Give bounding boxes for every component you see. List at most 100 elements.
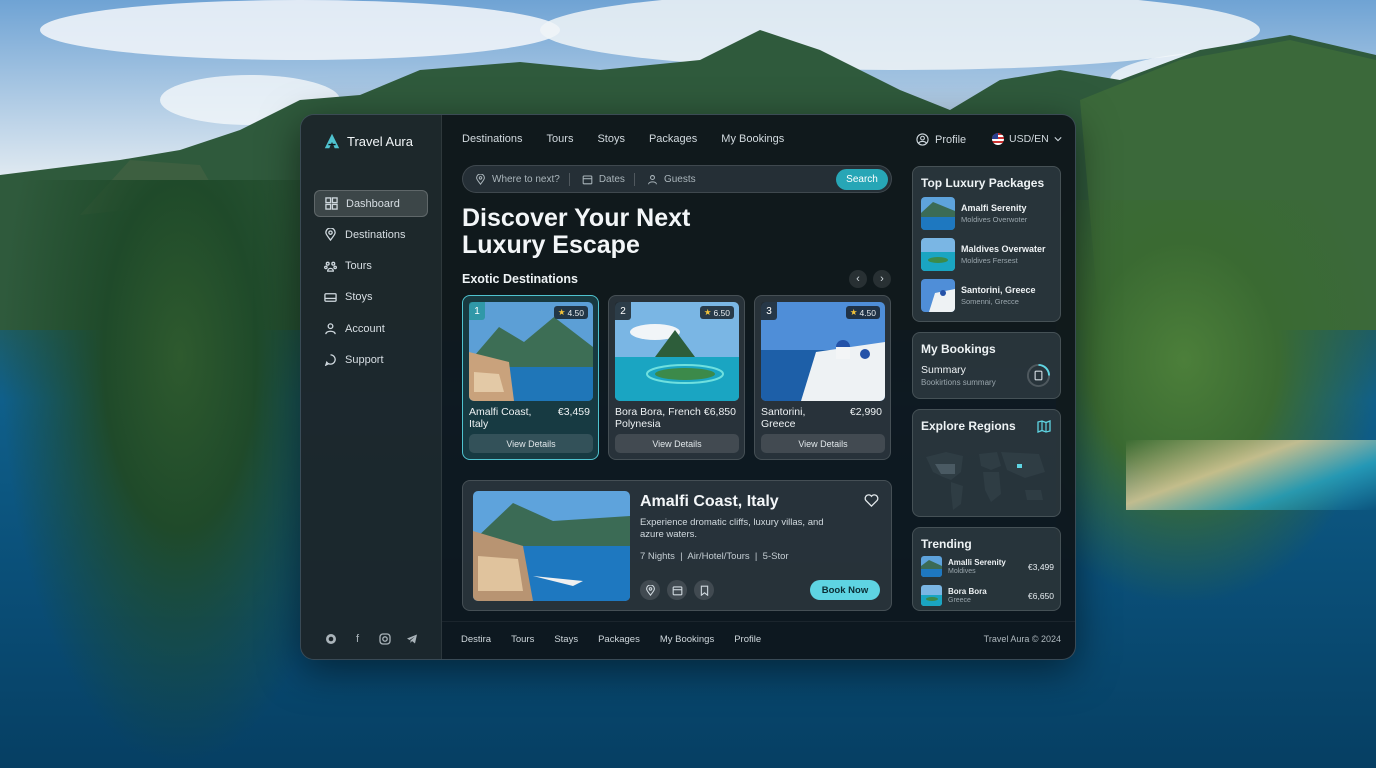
topnav-stays[interactable]: Stoys (597, 133, 625, 145)
destination-name: Bora Bora, French Polynesia (615, 406, 701, 430)
star-icon: ★ (557, 307, 566, 317)
view-details-button[interactable]: View Details (761, 434, 885, 453)
featured-destination: Amalfi Coast, Italy Experience dromatic … (462, 480, 892, 611)
trending-price: €6,650 (1028, 590, 1054, 601)
sidebar-item-tours[interactable]: Tours (314, 253, 428, 280)
my-bookings-panel[interactable]: My Bookings Summary Bookirtions summary (912, 332, 1061, 399)
destination-card[interactable]: 3 ★ 4.50 Santorini, Greece €2,990 View De… (754, 295, 891, 460)
panel-title: Explore Regions (921, 419, 1016, 433)
where-placeholder: Where to next? (492, 173, 560, 185)
trending-item[interactable]: Bora Bora Greece €6,650 (921, 585, 1054, 606)
telegram-icon[interactable] (405, 632, 418, 645)
package-item[interactable]: Santorini, Greece Somenni, Grecce (921, 279, 1036, 312)
us-flag-icon (992, 133, 1004, 145)
footer-link[interactable]: Packages (598, 634, 640, 645)
bed-icon (324, 293, 337, 302)
bookmark-icon[interactable] (694, 580, 714, 600)
guests-field[interactable]: Guests (635, 174, 696, 185)
package-item[interactable]: Amalfi Serenity Moldives Overwoter (921, 197, 1027, 230)
package-item[interactable]: Maldives Overwater Moldives Fersest (921, 238, 1046, 271)
trending-item[interactable]: Amalli Serenity Moldives €3,499 (921, 556, 1054, 577)
star-icon: ★ (849, 307, 858, 317)
sidebar-item-destinations[interactable]: Destinations (314, 221, 428, 248)
panel-title: My Bookings (921, 342, 996, 356)
progress-ring-icon (1026, 363, 1051, 388)
profile-button[interactable]: Profile (916, 133, 966, 146)
view-details-button[interactable]: View Details (615, 434, 739, 453)
search-button[interactable]: Search (836, 169, 888, 190)
sidebar-item-account[interactable]: Account (314, 315, 428, 342)
facebook-icon[interactable]: f (351, 632, 364, 645)
app-title: Travel Aura (347, 133, 413, 149)
map-pin-icon (325, 228, 336, 242)
app-window: Travel Aura Dashboard Destinations Tours… (300, 114, 1076, 660)
featured-description: Experience dromatic cliffs, luxury villa… (640, 517, 824, 540)
github-icon[interactable] (324, 632, 337, 645)
sidebar-nav: Dashboard Destinations Tours Stoys Accou… (314, 190, 428, 378)
profile-icon (916, 133, 929, 146)
where-field[interactable]: Where to next? (463, 173, 560, 185)
package-thumbnail (921, 197, 955, 230)
dates-field[interactable]: Dates (570, 174, 625, 185)
destination-price: €3,459 (557, 406, 590, 418)
destination-price: €2,990 (849, 406, 882, 418)
hero-line-2: Luxury Escape (462, 231, 640, 259)
book-now-button[interactable]: Book Now (810, 580, 880, 600)
topnav-destinations[interactable]: Destinations (462, 133, 523, 145)
sidebar-item-support[interactable]: Support (314, 346, 428, 373)
explore-regions-panel[interactable]: Explore Regions (912, 409, 1061, 517)
guests-placeholder: Guests (663, 173, 696, 185)
world-map[interactable] (921, 442, 1054, 514)
trending-name: Amalli Serenity (948, 558, 1006, 567)
star-icon: ★ (703, 307, 712, 317)
footer-links: Destira Tours Stays Packages My Bookings… (461, 634, 761, 645)
instagram-icon[interactable] (378, 632, 391, 645)
footer-link[interactable]: My Bookings (660, 634, 714, 645)
copyright: Travel Aura © 2024 (983, 634, 1061, 644)
chevron-left-icon[interactable]: ‹ (849, 270, 867, 288)
sidebar-item-dashboard[interactable]: Dashboard (314, 190, 428, 217)
rating-value: 4.50 (567, 307, 584, 318)
sidebar-item-stays[interactable]: Stoys (314, 284, 428, 311)
package-thumbnail (921, 279, 955, 312)
trending-thumbnail (921, 585, 942, 606)
destination-card[interactable]: 1 ★ 4.50 Amalfi Coast, Italy €3,459 View … (462, 295, 599, 460)
currency-selector[interactable]: USD/EN (992, 133, 1062, 145)
card-number: 2 (615, 302, 631, 320)
topnav-tours[interactable]: Tours (547, 133, 574, 145)
map-icon (1037, 420, 1051, 433)
paw-icon (324, 261, 337, 272)
map-pin-icon[interactable] (640, 580, 660, 600)
heart-icon[interactable] (864, 493, 879, 508)
sidebar-item-label: Tours (345, 260, 372, 273)
footer-link[interactable]: Destira (461, 634, 491, 645)
trending-sub: Greece (948, 597, 971, 604)
footer-link[interactable]: Tours (511, 634, 534, 645)
destination-card[interactable]: 2 ★ 6.50 Bora Bora, French Polynesia €6,8… (608, 295, 745, 460)
topnav-packages[interactable]: Packages (649, 133, 697, 145)
chevron-right-icon[interactable]: › (873, 270, 891, 288)
rating-value: 4.50 (859, 307, 876, 318)
top-nav: Destinations Tours Stoys Packages My Boo… (462, 133, 784, 145)
sidebar-item-label: Destinations (345, 228, 406, 241)
social-links: f (324, 632, 418, 645)
package-sub: Moldives Overwoter (961, 215, 1028, 224)
footer-link[interactable]: Profile (734, 634, 761, 645)
map-pin-icon (476, 173, 485, 185)
topnav-my-bookings[interactable]: My Bookings (721, 133, 784, 145)
footer-link[interactable]: Stays (554, 634, 578, 645)
hero-title: Discover Your Next Luxury Escape (462, 205, 690, 259)
sidebar: Travel Aura Dashboard Destinations Tours… (301, 115, 442, 659)
calendar-icon[interactable] (667, 580, 687, 600)
card-number: 1 (469, 302, 485, 320)
app-logo[interactable]: Travel Aura (323, 132, 413, 150)
trending-price: €3,499 (1028, 561, 1054, 572)
search-bar: Where to next? Dates Guests Search (462, 165, 892, 193)
sidebar-item-label: Support (345, 353, 384, 366)
package-sub: Moldives Fersest (961, 256, 1018, 265)
background-coast-left (0, 180, 300, 768)
chat-icon (324, 354, 336, 367)
view-details-button[interactable]: View Details (469, 434, 593, 453)
footer: Destira Tours Stays Packages My Bookings… (442, 621, 1075, 659)
panel-title: Top Luxury Packages (921, 176, 1045, 190)
